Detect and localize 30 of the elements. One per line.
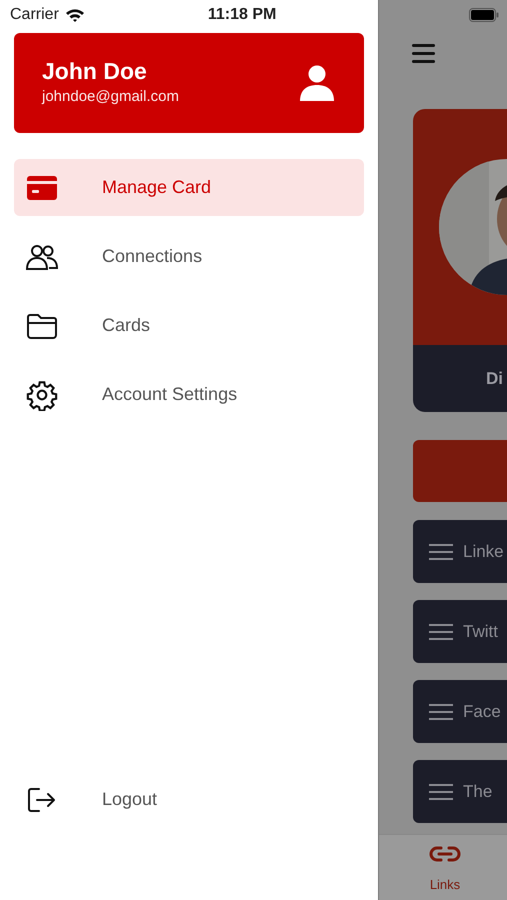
- clock-time: 11:18 PM: [208, 5, 276, 25]
- link-label: The: [463, 780, 492, 803]
- tab-item[interactable]: Links: [429, 845, 461, 894]
- menu-icon[interactable]: [412, 44, 435, 63]
- user-icon: [300, 65, 334, 101]
- menu-item-label: Account Settings: [102, 383, 238, 406]
- card-name: Di: [486, 368, 503, 390]
- link-label: Linke: [463, 540, 504, 563]
- drag-handle-icon[interactable]: [429, 624, 453, 640]
- profile-name: John Doe: [42, 57, 148, 86]
- logout-label: Logout: [102, 788, 158, 811]
- drag-handle-icon[interactable]: [429, 544, 453, 560]
- link-icon: [429, 845, 461, 863]
- link-row[interactable]: Linke: [413, 520, 507, 583]
- logout-item[interactable]: Logout: [14, 771, 364, 828]
- wifi-icon: [64, 8, 85, 22]
- battery-icon: [469, 8, 499, 22]
- menu-item-label: Cards: [102, 314, 150, 337]
- link-label: Twitt: [463, 620, 498, 643]
- menu-item-label: Connections: [102, 245, 202, 268]
- profile-email: johndoe@gmail.com: [42, 87, 180, 108]
- menu-item-label: Manage Card: [102, 176, 212, 199]
- link-label: Face: [463, 700, 501, 723]
- link-row[interactable]: Twitt: [413, 600, 507, 663]
- link-row[interactable]: Face: [413, 680, 507, 743]
- carrier-label: Carrier: [10, 5, 59, 25]
- menu-item[interactable]: Manage Card: [14, 159, 364, 216]
- link-row[interactable]: The: [413, 760, 507, 823]
- drag-handle-icon[interactable]: [429, 784, 453, 800]
- drag-handle-icon[interactable]: [429, 704, 453, 720]
